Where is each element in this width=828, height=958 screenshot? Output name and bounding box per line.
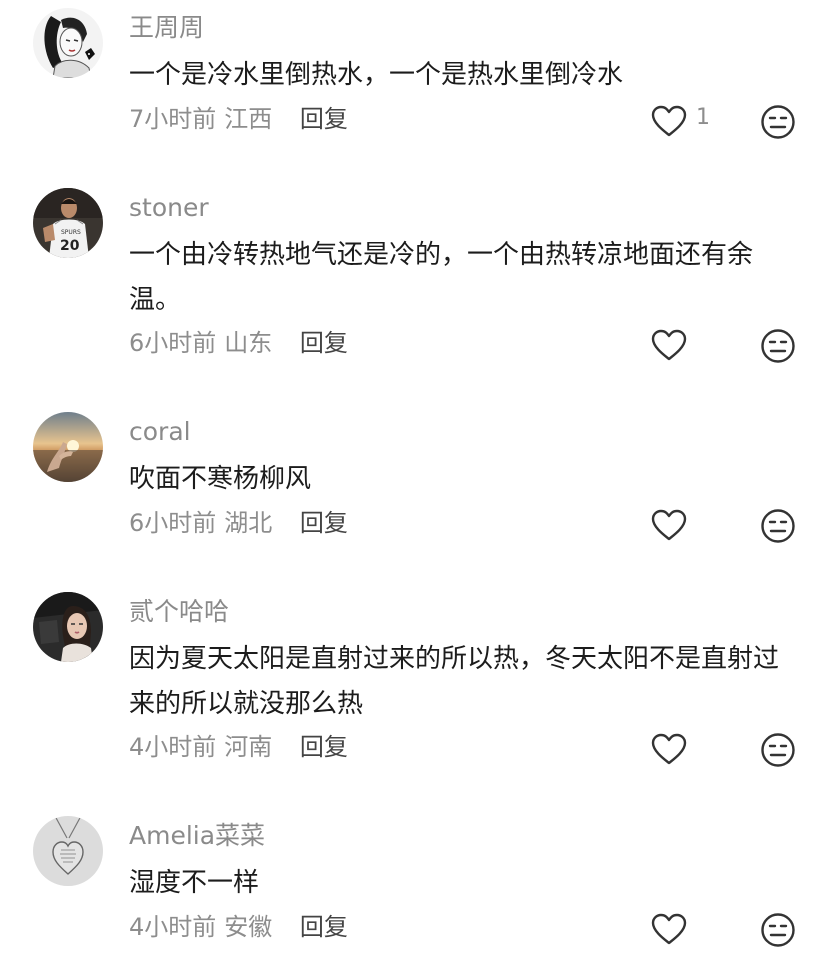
- heart-outline-icon: [651, 105, 687, 137]
- comment-time: 6小时前: [129, 329, 217, 357]
- comment-text: 湿度不一样: [129, 868, 260, 898]
- comment-location: 江西: [224, 105, 273, 133]
- comment-username[interactable]: 贰个哈哈: [129, 596, 229, 628]
- like-count: 1: [696, 105, 710, 130]
- reply-button[interactable]: 回复: [300, 731, 348, 763]
- comment-meta: 6小时前 山东 回复: [129, 327, 348, 359]
- reaction-button[interactable]: [760, 508, 796, 544]
- reply-button[interactable]: 回复: [300, 327, 348, 359]
- comment-meta: 4小时前 河南 回复: [129, 731, 348, 763]
- comment-time: 4小时前: [129, 913, 217, 941]
- neutral-face-icon: [761, 913, 795, 947]
- comment-username[interactable]: Amelia菜菜: [129, 820, 265, 852]
- heart-outline-icon: [651, 509, 687, 541]
- sunset-hand-avatar-icon: [33, 412, 103, 482]
- comment-location: 河南: [224, 733, 273, 761]
- reaction-button[interactable]: [760, 328, 796, 364]
- reply-button[interactable]: 回复: [300, 911, 348, 943]
- neutral-face-icon: [761, 733, 795, 767]
- comment-meta: 7小时前 江西 回复: [129, 103, 348, 135]
- comment-text: 吹面不寒杨柳风: [129, 464, 312, 494]
- comment-text: 一个由冷转热地气还是冷的，一个由热转凉地面还有余温。: [129, 240, 754, 315]
- neutral-face-icon: [761, 509, 795, 543]
- comment-meta: 6小时前 湖北 回复: [129, 507, 348, 539]
- comment-text: 一个是冷水里倒热水，一个是热水里倒冷水: [129, 60, 624, 90]
- reply-button[interactable]: 回复: [300, 507, 348, 539]
- reaction-button[interactable]: [760, 732, 796, 768]
- heart-outline-icon: [651, 733, 687, 765]
- reaction-button[interactable]: [760, 912, 796, 948]
- comment-username[interactable]: 王周周: [129, 12, 204, 44]
- comment-location: 山东: [224, 329, 273, 357]
- comment-time: 6小时前: [129, 509, 217, 537]
- woman-car-selfie-avatar-icon: [33, 592, 103, 662]
- user-avatar[interactable]: [33, 412, 103, 482]
- like-button[interactable]: [650, 912, 688, 946]
- comment-location: 安徽: [224, 913, 273, 941]
- comment-time: 4小时前: [129, 733, 217, 761]
- woman-illustration-avatar-icon: [33, 8, 103, 78]
- user-avatar[interactable]: [33, 816, 103, 886]
- svg-text:20: 20: [60, 238, 80, 254]
- like-button[interactable]: [650, 732, 688, 766]
- comment-meta: 4小时前 安徽 回复: [129, 911, 348, 943]
- svg-text:SPURS: SPURS: [61, 229, 81, 236]
- comment-username[interactable]: coral: [129, 416, 191, 448]
- user-avatar[interactable]: [33, 592, 103, 662]
- heart-outline-icon: [651, 913, 687, 945]
- heart-outline-icon: [651, 329, 687, 361]
- like-button[interactable]: [650, 508, 688, 542]
- like-button[interactable]: [650, 104, 688, 138]
- comment-username[interactable]: stoner: [129, 192, 209, 224]
- comment-text: 因为夏天太阳是直射过来的所以热，冬天太阳不是直射过来的所以就没那么热: [129, 644, 780, 719]
- like-button[interactable]: [650, 328, 688, 362]
- user-avatar[interactable]: SPURS 20: [33, 188, 103, 258]
- user-avatar[interactable]: [33, 8, 103, 78]
- comment-time: 7小时前: [129, 105, 217, 133]
- reaction-button[interactable]: [760, 104, 796, 140]
- basketball-player-avatar-icon: SPURS 20: [33, 188, 103, 258]
- neutral-face-icon: [761, 329, 795, 363]
- reply-button[interactable]: 回复: [300, 103, 348, 135]
- heart-necklace-avatar-icon: [33, 816, 103, 886]
- neutral-face-icon: [761, 105, 795, 139]
- comment-location: 湖北: [224, 509, 273, 537]
